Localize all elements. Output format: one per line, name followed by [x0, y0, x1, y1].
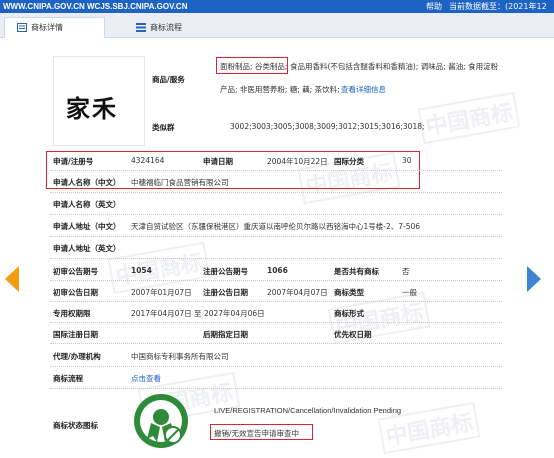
- divider: [50, 388, 502, 389]
- priority-date-label: 优先权日期: [334, 330, 372, 339]
- status-seal-icon: [134, 394, 188, 448]
- exclusive-value: 2017年04月07日 至 2027年04月06日: [131, 309, 265, 318]
- document-icon: [17, 23, 27, 32]
- applicant-cn-label: 申请人名称（中文）: [53, 178, 121, 187]
- divider: [50, 170, 502, 171]
- similar-group-label: 类似群: [152, 123, 175, 132]
- prelim-no-value: 1054: [131, 266, 152, 275]
- prelim-no-label: 初审公告期号: [53, 267, 98, 276]
- tm-form-label: 商标形式: [334, 309, 364, 318]
- reg-pub-date-label: 注册公告日期: [203, 288, 248, 297]
- similar-group-value: 3002;3003;3005;3008;3009;3012;3015;3016;…: [230, 122, 425, 131]
- next-arrow-icon[interactable]: [527, 266, 541, 292]
- prelim-date-value: 2007年01月07日: [131, 288, 192, 297]
- reg-pub-no-value: 1066: [267, 266, 288, 275]
- top-bar: WWW.CNIPA.GOV.CN WCJS.SBJ.CNIPA.GOV.CN 帮…: [0, 0, 554, 24]
- shared-value: 否: [402, 267, 410, 276]
- address-cn-value: 天津自贸试验区（东疆保税港区）重庆道以南呼伦贝尔路以西铭海中心1号楼-2、7-5…: [131, 222, 421, 231]
- agent-value: 中国商标专利事务所有限公司: [131, 352, 229, 361]
- watermark: 中国商标: [417, 91, 521, 145]
- help-link[interactable]: 帮助: [426, 0, 442, 13]
- reg-no-value: 4324164: [131, 156, 165, 165]
- divider: [50, 192, 502, 193]
- applicant-cn-value: 中穗福临门食品营销有限公司: [131, 178, 229, 187]
- goods-line1: 食品用香料(不包括含醚香料和香精油); 调味品; 酱油; 食用淀粉: [290, 62, 499, 71]
- list-icon: [136, 23, 146, 32]
- trademark-image[interactable]: 家禾: [53, 56, 145, 146]
- reg-no-label: 申请/注册号: [53, 157, 94, 166]
- prev-arrow-icon[interactable]: [5, 266, 19, 292]
- goods-line2: 产品; 非医用营养粉; 糖; 藕; 茶饮料;: [220, 85, 340, 94]
- tab-label: 商标流程: [150, 22, 182, 32]
- apply-date-value: 2004年10月22日: [267, 157, 328, 166]
- shared-label: 是否共有商标: [334, 267, 379, 276]
- goods-highlight: 面粉制品; 谷类制品;: [220, 62, 288, 71]
- reg-pub-date-value: 2007年04月07日: [267, 288, 328, 297]
- process-label: 商标流程: [53, 374, 83, 383]
- tm-type-value: 一般: [402, 288, 417, 297]
- trademark-logo-text: 家禾: [66, 94, 118, 123]
- applicant-en-label: 申请人名称（英文）: [53, 200, 121, 209]
- reg-pub-no-label: 注册公告期号: [203, 267, 248, 276]
- apply-date-label: 申请日期: [203, 157, 233, 166]
- divider: [50, 214, 502, 215]
- more-goods-link[interactable]: 查看详细信息: [341, 84, 386, 95]
- exclusive-label: 专用权期限: [53, 309, 91, 318]
- intl-class-value: 30: [402, 156, 412, 165]
- later-date-label: 后期指定日期: [203, 330, 248, 339]
- divider: [50, 236, 502, 237]
- divider: [50, 366, 502, 367]
- tab-trademark-process[interactable]: 商标流程: [124, 17, 204, 38]
- divider: [50, 280, 502, 281]
- status-icon-label: 商标状态图标: [53, 421, 98, 430]
- divider: [50, 343, 502, 344]
- address-cn-label: 申请人地址（中文）: [53, 222, 121, 231]
- address-en-label: 申请人地址（英文）: [53, 244, 121, 253]
- intl-class-label: 国际分类: [334, 157, 364, 166]
- intl-reg-date-label: 国际注册日期: [53, 330, 98, 339]
- process-link[interactable]: 点击查看: [131, 373, 161, 384]
- status-cn: 撤销/无效宣告申请审查中: [214, 429, 300, 438]
- divider: [50, 322, 502, 323]
- tab-trademark-details[interactable]: 商标详情: [4, 17, 105, 38]
- prelim-date-label: 初审公告日期: [53, 288, 98, 297]
- agent-label: 代理/办理机构: [53, 352, 101, 361]
- tm-type-label: 商标类型: [334, 288, 364, 297]
- divider: [50, 258, 502, 259]
- tab-bar: 商标详情 商标流程: [0, 13, 554, 38]
- tab-label: 商标详情: [31, 22, 63, 32]
- goods-label: 商品/服务: [152, 75, 185, 84]
- site-url[interactable]: WWW.CNIPA.GOV.CN WCJS.SBJ.CNIPA.GOV.CN: [3, 0, 187, 13]
- divider: [50, 301, 502, 302]
- status-en: LIVE/REGISTRATION/Cancellation/Invalidat…: [214, 406, 402, 415]
